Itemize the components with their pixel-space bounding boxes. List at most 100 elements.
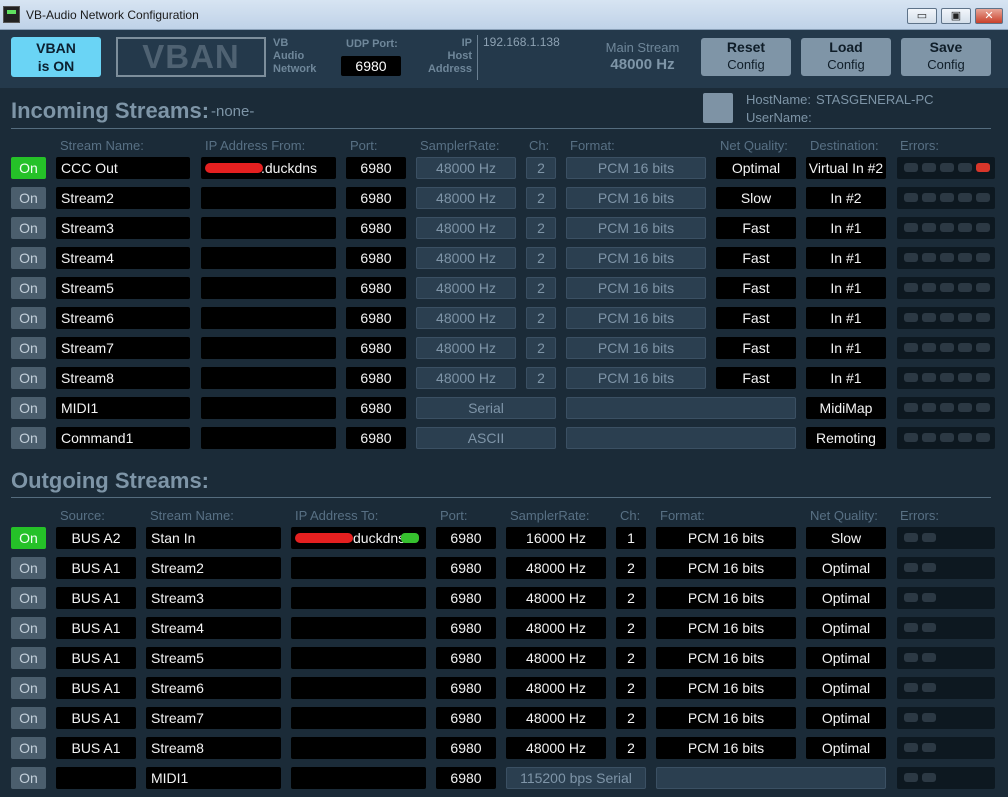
- ip-from-field[interactable]: [201, 187, 336, 209]
- stream-on-toggle[interactable]: On: [11, 677, 46, 699]
- stream-name-field[interactable]: Stream2: [146, 557, 281, 579]
- format-field[interactable]: PCM 16 bits: [656, 647, 796, 669]
- window-title-bar[interactable]: VB-Audio Network Configuration ▭ ▣ ✕: [0, 0, 1008, 30]
- ip-to-field[interactable]: [291, 707, 426, 729]
- destination-field[interactable]: In #1: [806, 337, 886, 359]
- source-field[interactable]: BUS A1: [56, 707, 136, 729]
- source-field[interactable]: BUS A1: [56, 587, 136, 609]
- ip-from-field[interactable]: [201, 277, 336, 299]
- reset-config-button[interactable]: Reset Config: [701, 38, 791, 76]
- stream-name-field[interactable]: Stream4: [146, 617, 281, 639]
- stream-name-field[interactable]: MIDI1: [146, 767, 281, 789]
- udp-port-field[interactable]: 6980: [341, 56, 401, 76]
- destination-field[interactable]: In #1: [806, 217, 886, 239]
- format-field[interactable]: PCM 16 bits: [656, 587, 796, 609]
- net-quality-field[interactable]: Optimal: [806, 707, 886, 729]
- net-quality-field[interactable]: Optimal: [806, 677, 886, 699]
- net-quality-field[interactable]: Optimal: [806, 737, 886, 759]
- ip-from-field[interactable]: [201, 307, 336, 329]
- format-field[interactable]: PCM 16 bits: [656, 737, 796, 759]
- sample-rate-field[interactable]: 48000 Hz: [506, 557, 606, 579]
- sample-rate-field[interactable]: 48000 Hz: [506, 677, 606, 699]
- source-field[interactable]: BUS A2: [56, 527, 136, 549]
- source-field[interactable]: BUS A1: [56, 647, 136, 669]
- sample-rate-field[interactable]: 48000 Hz: [506, 587, 606, 609]
- ip-to-field[interactable]: [291, 737, 426, 759]
- stream-name-field[interactable]: Command1: [56, 427, 190, 449]
- port-field[interactable]: 6980: [346, 187, 406, 209]
- stream-on-toggle[interactable]: On: [11, 587, 46, 609]
- net-quality-field[interactable]: Fast: [716, 217, 796, 239]
- net-quality-field[interactable]: Slow: [716, 187, 796, 209]
- port-field[interactable]: 6980: [436, 737, 496, 759]
- port-field[interactable]: 6980: [346, 217, 406, 239]
- port-field[interactable]: 6980: [346, 157, 406, 179]
- stream-on-toggle[interactable]: On: [11, 157, 46, 179]
- stream-on-toggle[interactable]: On: [11, 427, 46, 449]
- net-quality-field[interactable]: Optimal: [806, 557, 886, 579]
- net-quality-field[interactable]: Fast: [716, 277, 796, 299]
- format-field[interactable]: PCM 16 bits: [656, 707, 796, 729]
- ip-from-field[interactable]: [201, 217, 336, 239]
- channels-field[interactable]: 2: [616, 617, 646, 639]
- host-color-swatch[interactable]: [703, 93, 733, 123]
- stream-name-field[interactable]: Stream8: [146, 737, 281, 759]
- ip-to-field[interactable]: duckdns: [291, 527, 426, 549]
- port-field[interactable]: 6980: [346, 307, 406, 329]
- format-field[interactable]: PCM 16 bits: [656, 677, 796, 699]
- destination-field[interactable]: In #1: [806, 277, 886, 299]
- stream-name-field[interactable]: Stream3: [56, 217, 190, 239]
- port-field[interactable]: 6980: [346, 247, 406, 269]
- stream-on-toggle[interactable]: On: [11, 707, 46, 729]
- destination-field[interactable]: MidiMap: [806, 397, 886, 419]
- sample-rate-field[interactable]: 48000 Hz: [506, 707, 606, 729]
- net-quality-field[interactable]: Fast: [716, 307, 796, 329]
- stream-on-toggle[interactable]: On: [11, 187, 46, 209]
- port-field[interactable]: 6980: [346, 367, 406, 389]
- stream-name-field[interactable]: Stream7: [146, 707, 281, 729]
- destination-field[interactable]: In #2: [806, 187, 886, 209]
- stream-on-toggle[interactable]: On: [11, 557, 46, 579]
- close-button[interactable]: ✕: [975, 8, 1003, 24]
- port-field[interactable]: 6980: [436, 647, 496, 669]
- format-field[interactable]: PCM 16 bits: [656, 617, 796, 639]
- stream-name-field[interactable]: Stream6: [146, 677, 281, 699]
- net-quality-field[interactable]: Optimal: [806, 587, 886, 609]
- port-field[interactable]: 6980: [436, 767, 496, 789]
- net-quality-field[interactable]: Optimal: [806, 617, 886, 639]
- ip-to-field[interactable]: [291, 557, 426, 579]
- stream-name-field[interactable]: Stream6: [56, 307, 190, 329]
- port-field[interactable]: 6980: [346, 277, 406, 299]
- channels-field[interactable]: 2: [616, 647, 646, 669]
- stream-name-field[interactable]: Stream3: [146, 587, 281, 609]
- ip-to-field[interactable]: [291, 647, 426, 669]
- ip-from-field[interactable]: [201, 427, 336, 449]
- format-field[interactable]: PCM 16 bits: [656, 527, 796, 549]
- ip-to-field[interactable]: [291, 617, 426, 639]
- ip-from-field[interactable]: [201, 397, 336, 419]
- stream-on-toggle[interactable]: On: [11, 247, 46, 269]
- source-field[interactable]: BUS A1: [56, 677, 136, 699]
- stream-on-toggle[interactable]: On: [11, 307, 46, 329]
- ip-to-field[interactable]: [291, 767, 426, 789]
- save-config-button[interactable]: Save Config: [901, 38, 991, 76]
- sample-rate-field[interactable]: 48000 Hz: [506, 647, 606, 669]
- sample-rate-field[interactable]: 16000 Hz: [506, 527, 606, 549]
- source-field[interactable]: BUS A1: [56, 557, 136, 579]
- vban-on-button[interactable]: VBAN is ON: [11, 37, 101, 77]
- stream-on-toggle[interactable]: On: [11, 617, 46, 639]
- load-config-button[interactable]: Load Config: [801, 38, 891, 76]
- net-quality-field[interactable]: Fast: [716, 247, 796, 269]
- stream-name-field[interactable]: Stream4: [56, 247, 190, 269]
- port-field[interactable]: 6980: [346, 397, 406, 419]
- port-field[interactable]: 6980: [436, 677, 496, 699]
- channels-field[interactable]: 2: [616, 557, 646, 579]
- channels-field[interactable]: 2: [616, 707, 646, 729]
- stream-name-field[interactable]: Stream5: [56, 277, 190, 299]
- stream-on-toggle[interactable]: On: [11, 527, 46, 549]
- sample-rate-field[interactable]: 48000 Hz: [506, 617, 606, 639]
- port-field[interactable]: 6980: [436, 617, 496, 639]
- stream-on-toggle[interactable]: On: [11, 737, 46, 759]
- source-field[interactable]: BUS A1: [56, 737, 136, 759]
- destination-field[interactable]: Remoting: [806, 427, 886, 449]
